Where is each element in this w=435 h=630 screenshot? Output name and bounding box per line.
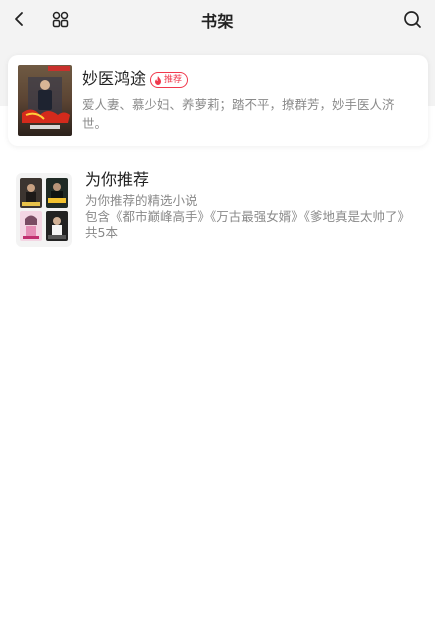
collection-subtitle: 为你推荐的精选小说	[85, 193, 198, 208]
book-title: 妙医鸿途	[82, 69, 147, 88]
flame-icon	[155, 75, 161, 85]
top-bar: 书架	[0, 0, 435, 38]
mini-cover-3	[20, 211, 42, 241]
recommend-collection[interactable]: 为你推荐 为你推荐的精选小说 包含《都市巅峰高手》《万古最强女婿》《爹地真是太帅…	[0, 160, 435, 255]
mini-cover-2	[46, 178, 68, 208]
collection-thumbnail[interactable]	[16, 173, 72, 247]
mini-cover-1	[20, 178, 42, 208]
book-description: 爱人妻、慕少妇、养萝莉；踏不平，撩群芳，妙手医人济世。	[82, 97, 395, 131]
collection-contents: 包含《都市巅峰高手》《万古最强女婿》《爹地真是太帅了》	[85, 209, 411, 224]
collection-title: 为你推荐	[85, 170, 150, 189]
mini-cover-4	[46, 211, 68, 241]
featured-book-card[interactable]: 妙医鸿途 推荐 爱人妻、慕少妇、养萝莉；踏不平，撩群芳，妙手医人济世。	[8, 55, 428, 146]
page-title: 书架	[200, 12, 234, 31]
badge-label: 推荐	[164, 75, 183, 85]
recommend-badge: 推荐	[150, 72, 189, 88]
book-cover[interactable]	[18, 65, 72, 136]
collection-count: 共5本	[85, 225, 118, 240]
search-icon[interactable]	[399, 6, 425, 32]
